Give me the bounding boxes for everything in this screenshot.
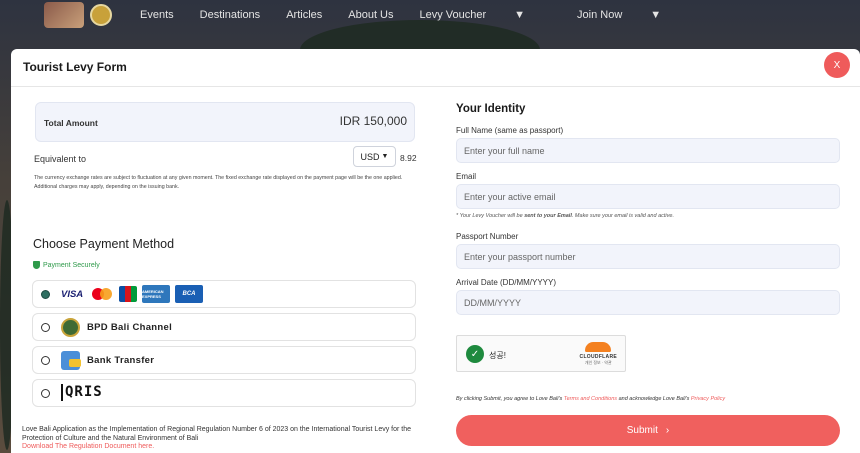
nav-events[interactable]: Events	[140, 9, 174, 21]
email-hint-bold: sent to your Email	[524, 213, 572, 219]
radio-bpd[interactable]	[41, 323, 50, 332]
terms-link[interactable]: Terms and Conditions	[564, 396, 617, 402]
bca-logo-icon: BCA	[175, 285, 203, 303]
email-hint: * Your Levy Voucher will be sent to your…	[456, 213, 674, 219]
email-hint-pre: * Your Levy Voucher will be	[456, 213, 525, 219]
bank-transfer-label: Bank Transfer	[87, 355, 155, 366]
mastercard-logo-icon	[92, 287, 114, 301]
jcb-logo-icon	[119, 286, 137, 302]
equivalent-label: Equivalent to	[34, 154, 87, 164]
email-input[interactable]	[456, 184, 840, 209]
cloudflare-links[interactable]: 개인 정보 · 약관	[580, 360, 617, 366]
header-divider	[11, 86, 860, 87]
currency-value: USD	[360, 151, 380, 162]
total-amount-label: Total Amount	[44, 118, 98, 128]
bpd-option-label: BPD Bali Channel	[87, 322, 173, 333]
nav-about-us[interactable]: About Us	[348, 9, 393, 21]
amex-logo-icon: AMERICAN EXPRESS	[142, 285, 170, 303]
checkmark-icon: ✓	[466, 345, 484, 363]
arrival-date-label: Arrival Date (DD/MM/YYYY)	[456, 278, 557, 287]
captcha-status: 성공!	[489, 351, 506, 360]
payment-secure-label: Payment Securely	[43, 261, 100, 269]
payment-secure-badge: Payment Securely	[33, 261, 100, 269]
total-amount-value: IDR 150,000	[339, 114, 407, 128]
site-logo[interactable]	[44, 2, 112, 28]
close-button[interactable]: X	[824, 52, 850, 78]
caret-down-icon: ▼	[650, 9, 662, 22]
passport-label: Passport Number	[456, 232, 519, 241]
total-amount-box: Total Amount IDR 150,000	[35, 102, 415, 142]
nav-articles[interactable]: Articles	[286, 9, 322, 21]
bank-transfer-icon	[61, 351, 81, 370]
arrival-date-input[interactable]	[456, 290, 840, 315]
modal-title: Tourist Levy Form	[23, 60, 127, 74]
submit-button[interactable]: Submit ›	[456, 415, 840, 446]
nav-join-now[interactable]: Join Now ▼	[577, 9, 687, 21]
top-navigation: Events Destinations Articles About Us Le…	[0, 0, 860, 34]
converted-amount: 8.92	[400, 153, 417, 163]
regulation-notice: Love Bali Application as the Implementat…	[22, 426, 442, 452]
nav-destinations[interactable]: Destinations	[200, 9, 261, 21]
currency-select[interactable]: USD ▼	[353, 146, 396, 167]
nav-levy-voucher[interactable]: Levy Voucher ▼	[420, 9, 552, 21]
payment-option-qris[interactable]: QRIS	[32, 379, 416, 407]
full-name-label: Full Name (same as passport)	[456, 126, 564, 135]
shield-icon	[33, 261, 40, 269]
terms-pre: By clicking Submit, you agree to Love Ba…	[456, 396, 564, 402]
payment-option-bank-transfer[interactable]: Bank Transfer	[32, 346, 416, 374]
submit-label: Submit	[626, 425, 658, 436]
terms-mid: and acknowledge Love Bali's	[617, 396, 691, 402]
chevron-right-icon: ›	[665, 425, 670, 436]
email-hint-post: . Make sure your email is valid and acti…	[571, 213, 674, 219]
email-label: Email	[456, 172, 477, 181]
identity-title: Your Identity	[456, 103, 526, 115]
payment-method-title: Choose Payment Method	[33, 237, 175, 251]
radio-card[interactable]	[41, 290, 50, 299]
government-emblem-icon	[90, 4, 112, 26]
regulation-text: Love Bali Application as the Implementat…	[22, 426, 412, 442]
cloudflare-logo: CLOUDFLARE 개인 정보 · 약관	[580, 342, 617, 366]
payment-option-bpd[interactable]: BPD Bali Channel	[32, 313, 416, 341]
tourist-levy-modal: Tourist Levy Form X Total Amount IDR 150…	[11, 49, 860, 453]
caret-down-icon: ▼	[514, 9, 526, 22]
caret-down-icon: ▼	[381, 153, 389, 160]
nav-levy-voucher-label: Levy Voucher	[419, 9, 487, 21]
regulation-download-link[interactable]: Download The Regulation Document here.	[22, 443, 154, 450]
passport-input[interactable]	[456, 244, 840, 269]
qris-logo-icon: QRIS	[61, 384, 103, 401]
love-bali-logo	[44, 2, 84, 28]
exchange-rate-note: The currency exchange rates are subject …	[34, 175, 403, 190]
full-name-input[interactable]	[456, 138, 840, 163]
radio-bank-transfer[interactable]	[41, 356, 50, 365]
visa-logo-icon: VISA	[61, 288, 84, 300]
privacy-link[interactable]: Privacy Policy	[691, 396, 725, 402]
nav-join-now-label: Join Now	[577, 9, 623, 21]
bpd-bali-icon	[61, 318, 80, 337]
cloud-icon	[585, 342, 612, 352]
radio-qris[interactable]	[41, 389, 50, 398]
cloudflare-captcha[interactable]: ✓ 성공! CLOUDFLARE 개인 정보 · 약관	[456, 335, 626, 372]
terms-notice: By clicking Submit, you agree to Love Ba…	[456, 396, 725, 402]
payment-option-card[interactable]: VISA AMERICAN EXPRESS BCA	[32, 280, 416, 308]
